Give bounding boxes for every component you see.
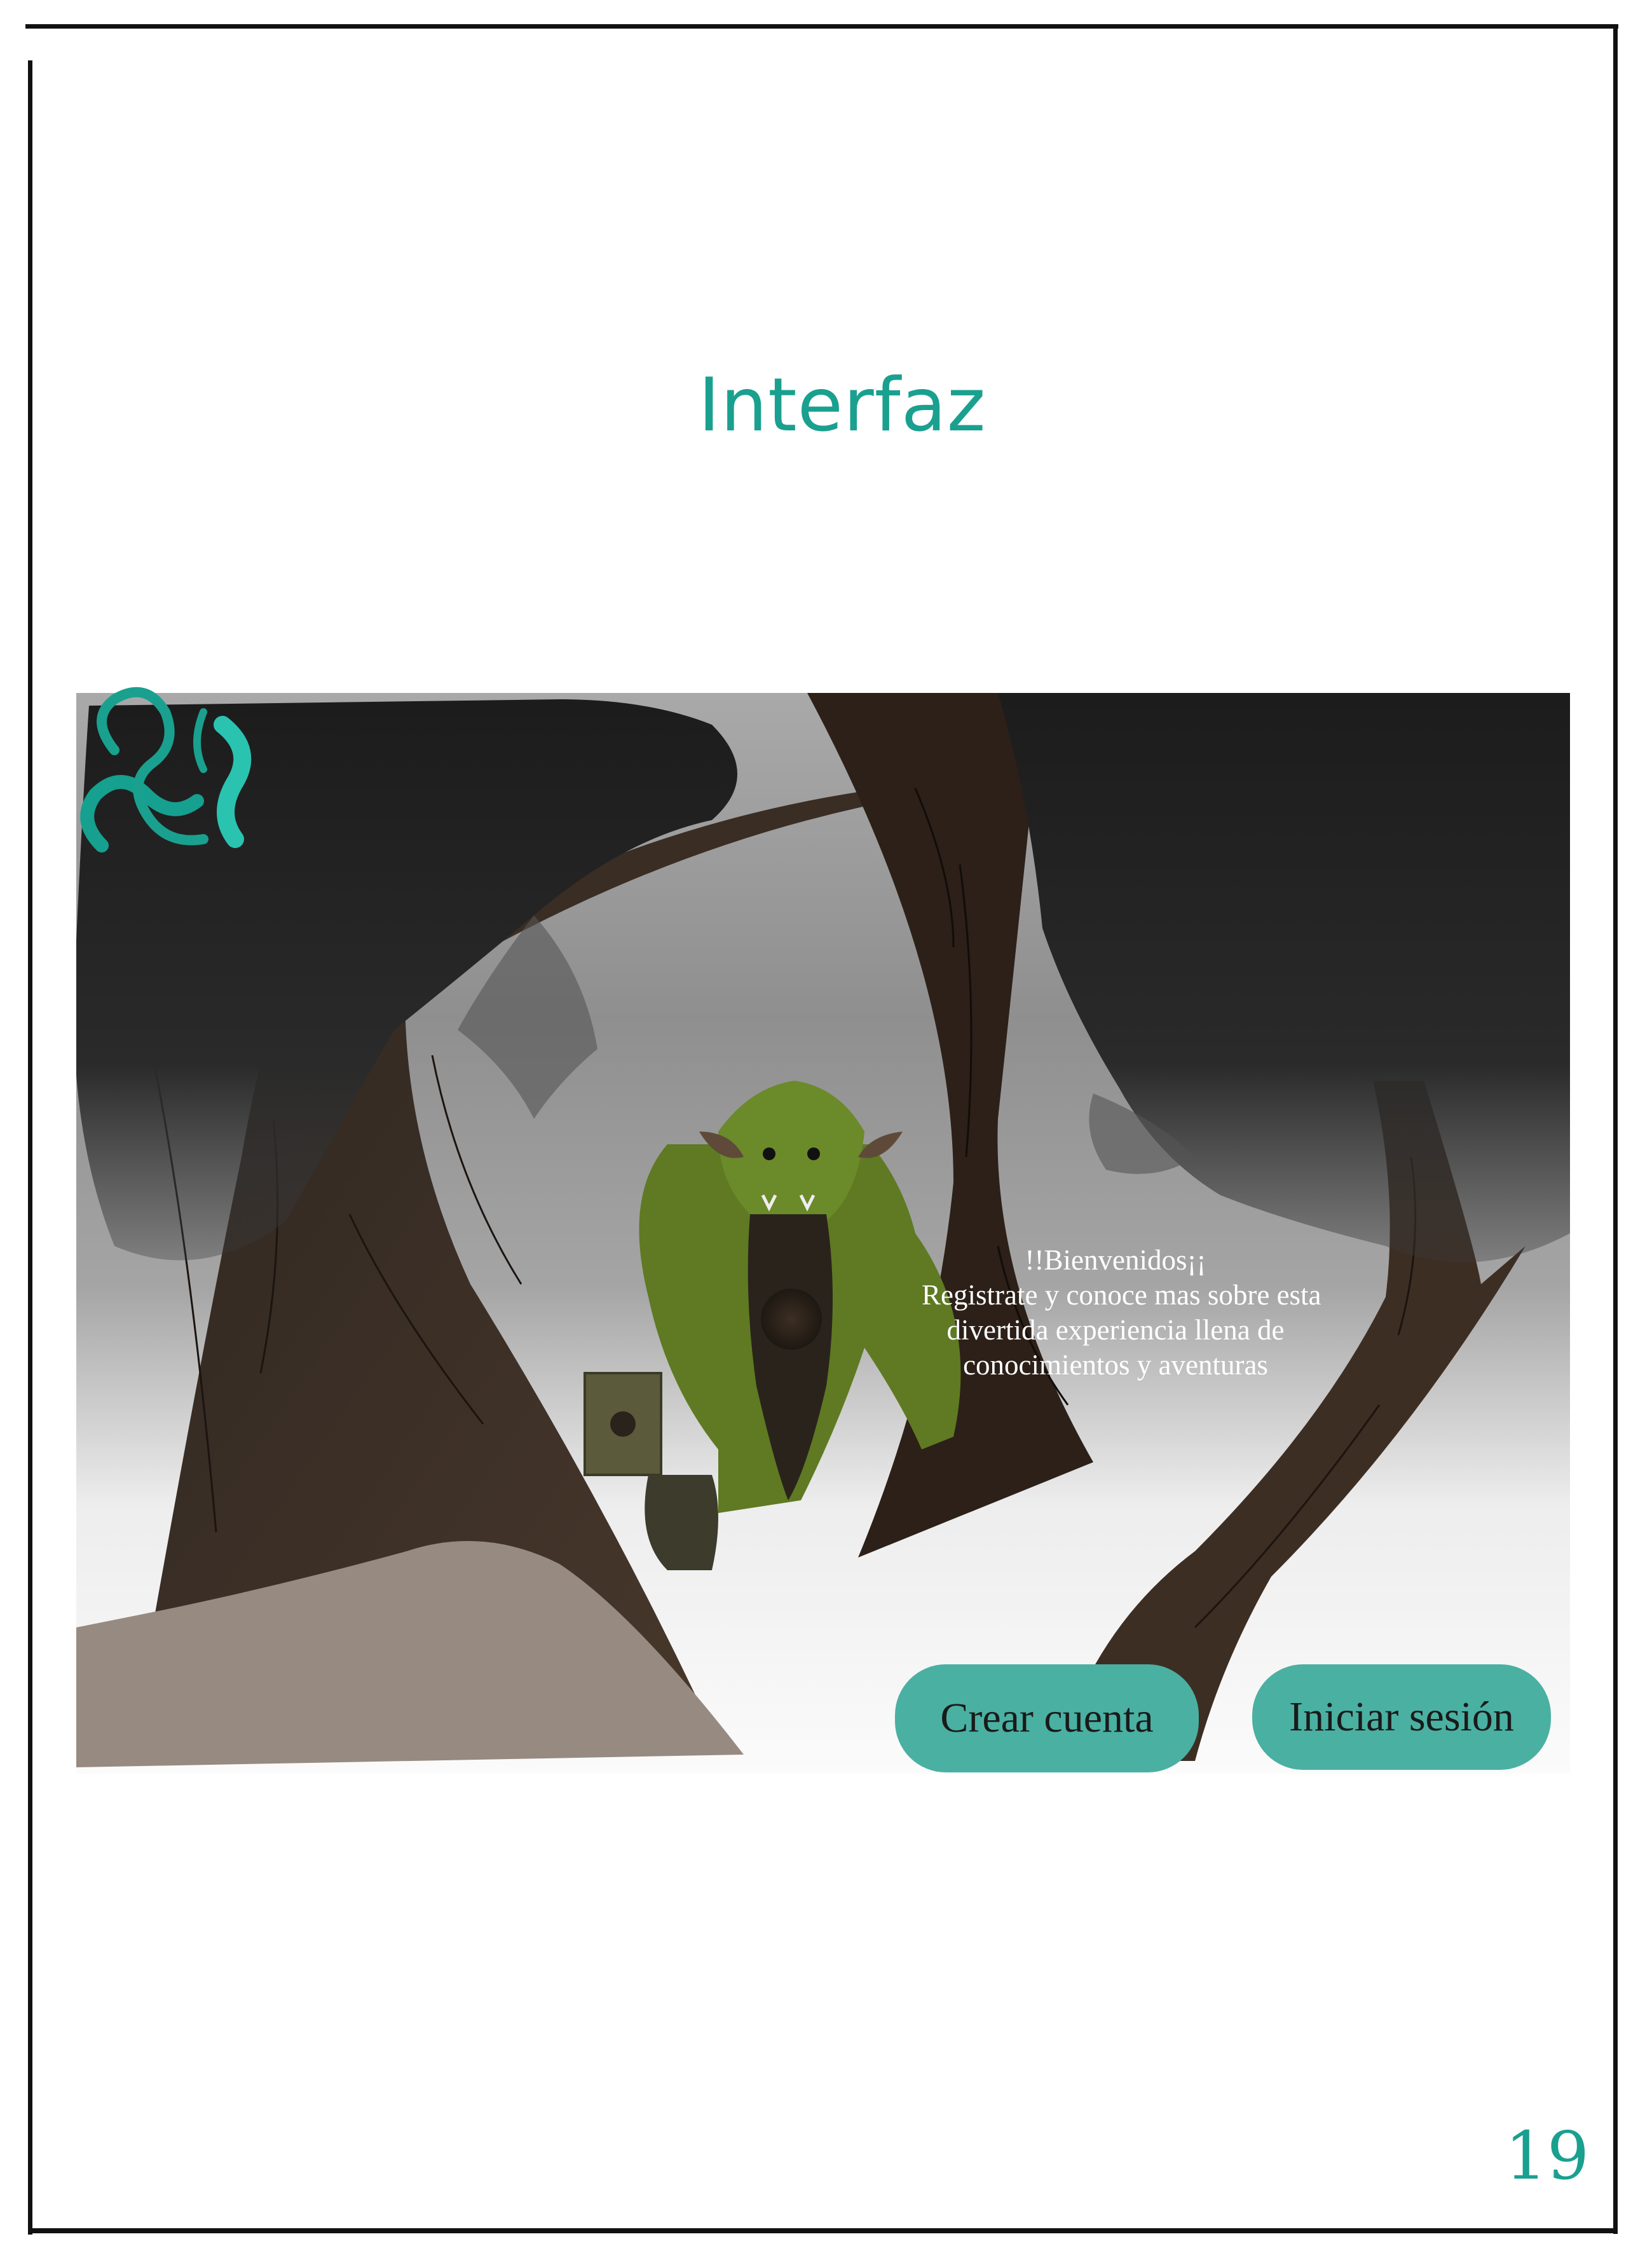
welcome-line-3: conocimientos y aventuras bbox=[963, 1349, 1268, 1381]
welcome-heading: !!Bienvenidos¡¡ bbox=[1025, 1244, 1206, 1276]
serpent-logo-icon bbox=[80, 687, 252, 853]
welcome-line-2: divertida experiencia llena de bbox=[946, 1314, 1285, 1346]
page-title: Interfaz bbox=[698, 362, 986, 448]
page-border-right bbox=[1613, 24, 1618, 2234]
welcome-message: !!Bienvenidos¡¡ Registrate y conoce mas … bbox=[922, 1243, 1321, 1383]
forest-background bbox=[76, 693, 1570, 1774]
welcome-line-1: Registrate y conoce mas sobre esta bbox=[922, 1279, 1321, 1311]
login-button[interactable]: Iniciar sesión bbox=[1252, 1664, 1551, 1770]
game-welcome-screen: !!Bienvenidos¡¡ Registrate y conoce mas … bbox=[76, 674, 1570, 1793]
page-number: 19 bbox=[1505, 2117, 1589, 2195]
create-account-button[interactable]: Crear cuenta bbox=[895, 1664, 1199, 1772]
page-border-bottom bbox=[28, 2228, 1618, 2233]
page-border-top bbox=[25, 24, 1618, 29]
